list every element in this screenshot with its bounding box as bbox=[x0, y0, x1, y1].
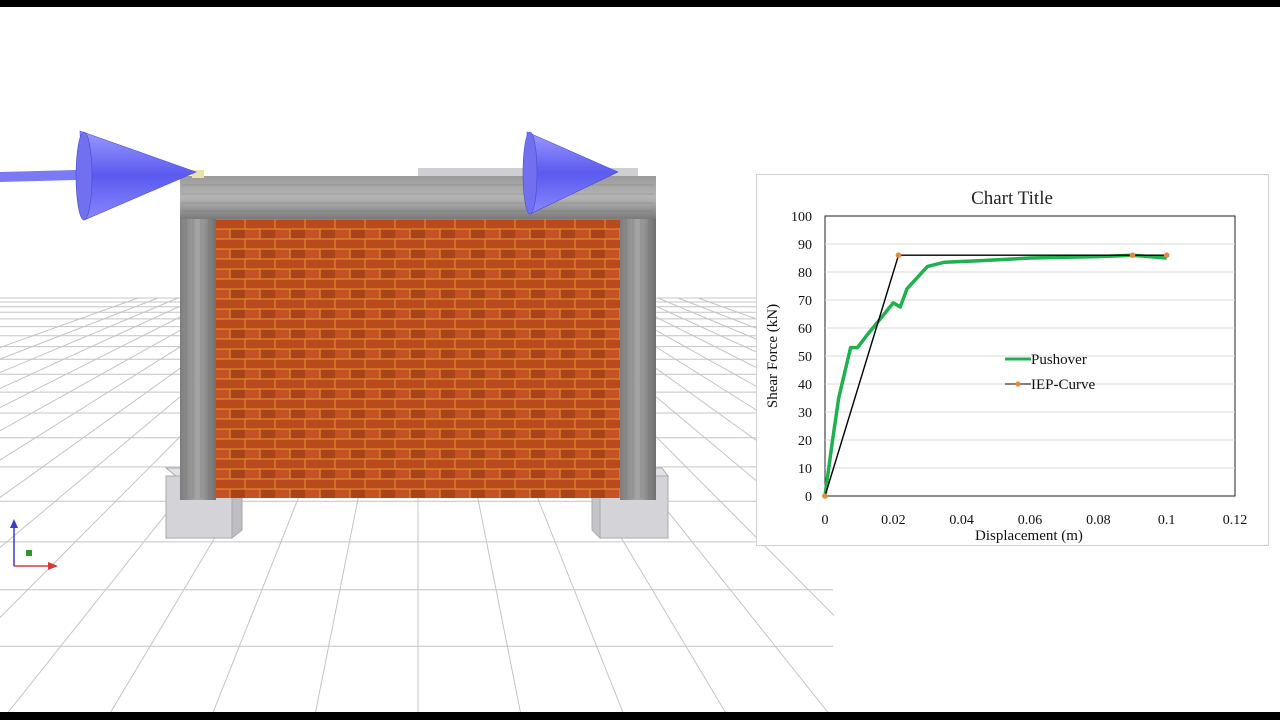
x-tick-labels: 0 0.02 0.04 0.06 0.08 0.1 0.12 bbox=[822, 513, 1248, 528]
y-tick-label: 90 bbox=[798, 238, 812, 253]
chart-title: Chart Title bbox=[971, 188, 1053, 209]
y-tick-label: 0 bbox=[805, 490, 812, 505]
frame-column-left bbox=[180, 176, 216, 500]
x-tick-label: 0 bbox=[822, 513, 829, 528]
data-point-marker bbox=[1129, 252, 1136, 258]
data-point-marker bbox=[822, 493, 828, 499]
y-tick-label: 20 bbox=[798, 434, 812, 449]
x-tick-label: 0.12 bbox=[1223, 513, 1248, 528]
masonry-infill-wall bbox=[215, 219, 621, 498]
x-tick-label: 0.06 bbox=[1018, 513, 1043, 528]
data-point-marker bbox=[1163, 252, 1170, 258]
grid-line-vertical bbox=[0, 297, 179, 374]
y-tick-label: 60 bbox=[798, 322, 812, 337]
x-tick-label: 0.02 bbox=[881, 513, 906, 528]
data-point-marker bbox=[895, 252, 902, 258]
y-tick-label: 50 bbox=[798, 350, 812, 365]
grid-line-vertical bbox=[0, 297, 139, 349]
y-axis-label: Shear Force (kN) bbox=[765, 304, 781, 408]
frame-column-right bbox=[620, 176, 656, 500]
axis-triad[interactable] bbox=[10, 519, 58, 570]
letterbox-bottom-bar bbox=[0, 712, 1280, 720]
chart-legend: Pushover IEP-Curve bbox=[1005, 352, 1095, 393]
y-tick-labels: 0 10 20 30 40 50 60 70 80 90 100 bbox=[791, 210, 812, 505]
series-lines bbox=[822, 252, 1170, 499]
y-tick-label: 40 bbox=[798, 378, 812, 393]
legend-label-pushover: Pushover bbox=[1031, 352, 1087, 368]
y-tick-label: 70 bbox=[798, 294, 812, 309]
x-tick-label: 0.04 bbox=[949, 513, 974, 528]
y-tick-label: 100 bbox=[791, 210, 812, 225]
legend-label-iep-curve: IEP-Curve bbox=[1031, 377, 1095, 393]
y-tick-label: 10 bbox=[798, 462, 812, 477]
series-line-pushover bbox=[823, 253, 1167, 497]
x-tick-label: 0.08 bbox=[1086, 513, 1111, 528]
y-tick-label: 80 bbox=[798, 266, 812, 281]
x-tick-label: 0.1 bbox=[1158, 513, 1176, 528]
legend-marker-iep-curve bbox=[1015, 381, 1021, 387]
chart-gridlines bbox=[825, 243, 1235, 469]
pushover-chart: Chart Title 0 10 20 30 40 50 60 70 80 90 100 0 0.02… bbox=[765, 188, 1248, 544]
grid-line-vertical bbox=[0, 297, 159, 360]
load-arrow-left bbox=[0, 130, 197, 221]
chart-panel: Chart Title 0 10 20 30 40 50 60 70 80 90 100 0 0.02… bbox=[756, 174, 1269, 546]
series-line-iep-curve bbox=[824, 254, 1167, 497]
y-tick-label: 30 bbox=[798, 406, 812, 421]
x-axis-label: Displacement (m) bbox=[975, 528, 1083, 544]
